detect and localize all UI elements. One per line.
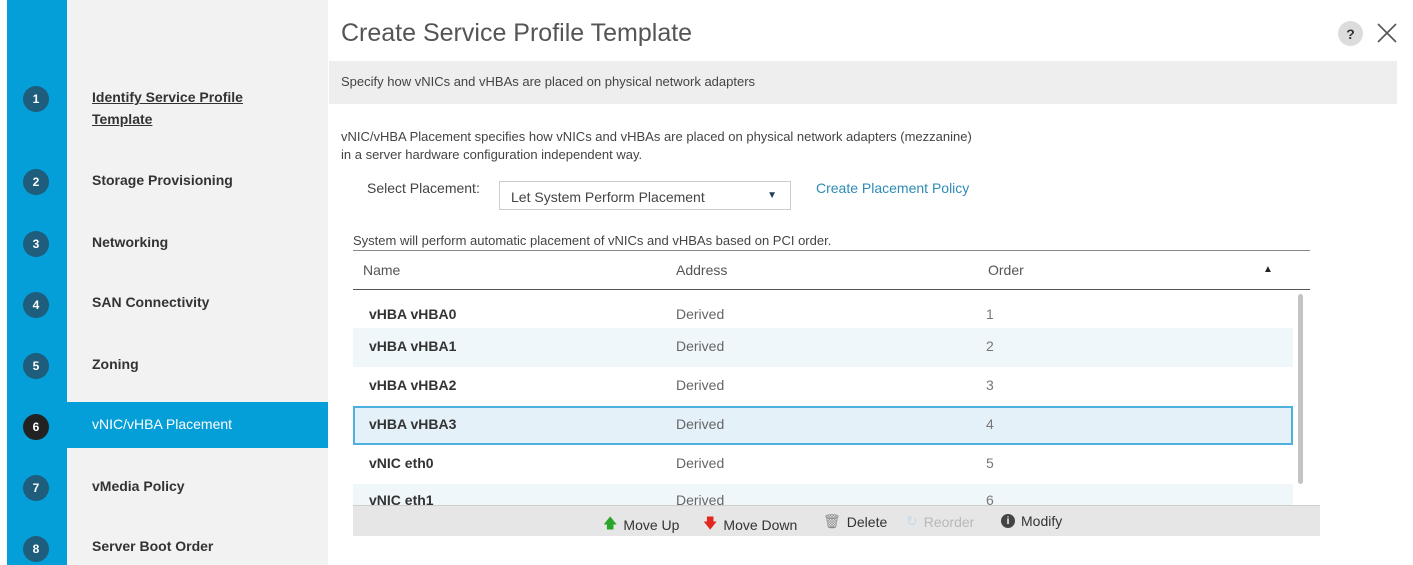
step-number-6: 6 [23,414,49,440]
move-down-button[interactable]: 🡇 Move Down [703,513,797,537]
sidebar-step-identify-template[interactable]: Identify Service Profile Template [92,86,243,130]
placement-select-value: Let System Perform Placement [511,189,705,205]
description-line-1: vNIC/vHBA Placement specifies how vNICs … [341,129,972,144]
sidebar-step-san-connectivity[interactable]: SAN Connectivity [92,291,209,313]
rail-edge [0,0,7,565]
reorder-button[interactable]: ↻ Reorder [906,513,974,530]
step-number-1: 1 [23,86,49,112]
sidebar-step-vnic-vhba-placement[interactable]: vNIC/vHBA Placement [92,413,232,435]
move-up-button[interactable]: 🡅 Move Up [603,513,679,537]
system-placement-note: System will perform automatic placement … [353,233,832,248]
sidebar-step-vmedia-policy[interactable]: vMedia Policy [92,475,185,497]
move-down-label: Move Down [723,517,798,533]
description-line-2: in a server hardware configuration indep… [341,147,643,162]
reorder-label: Reorder [923,513,975,530]
dialog-title: Create Service Profile Template [341,19,693,47]
placement-select[interactable]: Let System Perform Placement ▼ [499,181,791,210]
move-up-label: Move Up [623,517,680,533]
table-row[interactable]: vHBA vHBA2 Derived 3 [353,367,1293,406]
row-name: vNIC eth1 [369,492,434,505]
sidebar-step-storage-provisioning[interactable]: Storage Provisioning [92,169,233,191]
step-label-line2: Template [92,111,153,127]
step-number-8: 8 [23,536,49,562]
row-order: 5 [986,455,994,471]
modify-label: Modify [1021,513,1063,529]
table-toolbar: 🡅 Move Up 🡇 Move Down 🗑 Delete ↻ Reorder… [353,505,1320,536]
table-scrollbar[interactable] [1298,294,1304,484]
sort-ascending-icon[interactable]: ▲ [1263,264,1273,275]
row-name: vHBA vHBA2 [369,377,457,393]
table-row[interactable]: vNIC eth1 Derived 6 [353,484,1293,505]
trash-icon: 🗑 [823,513,841,529]
close-icon[interactable] [1374,20,1400,46]
row-order: 1 [986,306,994,322]
row-order: 2 [986,338,994,354]
step-number-3: 3 [23,231,49,257]
arrow-down-icon: 🡇 [703,515,718,531]
step-number-5: 5 [23,353,49,379]
delete-label: Delete [846,513,888,530]
row-order: 4 [986,416,994,432]
table-row-selected[interactable]: vHBA vHBA3 Derived 4 [353,406,1293,445]
table-row[interactable]: vHBA vHBA1 Derived 2 [353,328,1293,367]
select-placement-label: Select Placement: [367,180,480,196]
row-address: Derived [676,377,725,393]
row-order: 6 [986,492,994,505]
row-address: Derived [676,416,725,432]
sidebar-step-server-boot-order[interactable]: Server Boot Order [92,535,213,557]
row-name: vHBA vHBA1 [369,338,457,354]
placement-description: vNIC/vHBA Placement specifies how vNICs … [341,128,972,164]
row-order: 3 [986,377,994,393]
chevron-down-icon: ▼ [767,190,777,201]
column-header-order[interactable]: Order [988,262,1024,278]
column-header-address[interactable]: Address [676,262,727,278]
sidebar-step-networking[interactable]: Networking [92,231,168,253]
row-address: Derived [676,338,725,354]
sidebar-step-zoning[interactable]: Zoning [92,353,139,375]
arrow-up-icon: 🡅 [603,515,618,531]
step-banner: Specify how vNICs and vHBAs are placed o… [329,61,1397,104]
column-header-name[interactable]: Name [363,262,400,278]
row-address: Derived [676,306,725,322]
step-number-2: 2 [23,169,49,195]
step-number-4: 4 [23,292,49,318]
row-name: vNIC eth0 [369,455,434,471]
step-number-7: 7 [23,475,49,501]
modify-button[interactable]: i Modify [1001,513,1062,529]
question-mark-icon[interactable]: ? [1338,21,1363,46]
info-icon: i [1001,514,1015,528]
row-address: Derived [676,492,725,505]
table-header: Name Address Order ▲ [353,250,1310,290]
create-placement-policy-link[interactable]: Create Placement Policy [816,180,969,196]
delete-button[interactable]: 🗑 Delete [823,513,887,530]
reorder-icon: ↻ [906,513,918,529]
row-address: Derived [676,455,725,471]
scrollbar-thumb[interactable] [1298,294,1303,484]
row-name: vHBA vHBA0 [369,306,457,322]
row-name: vHBA vHBA3 [369,416,457,432]
table-row[interactable]: vNIC eth0 Derived 5 [353,445,1293,484]
step-label-line1: Identify Service Profile [92,89,243,105]
